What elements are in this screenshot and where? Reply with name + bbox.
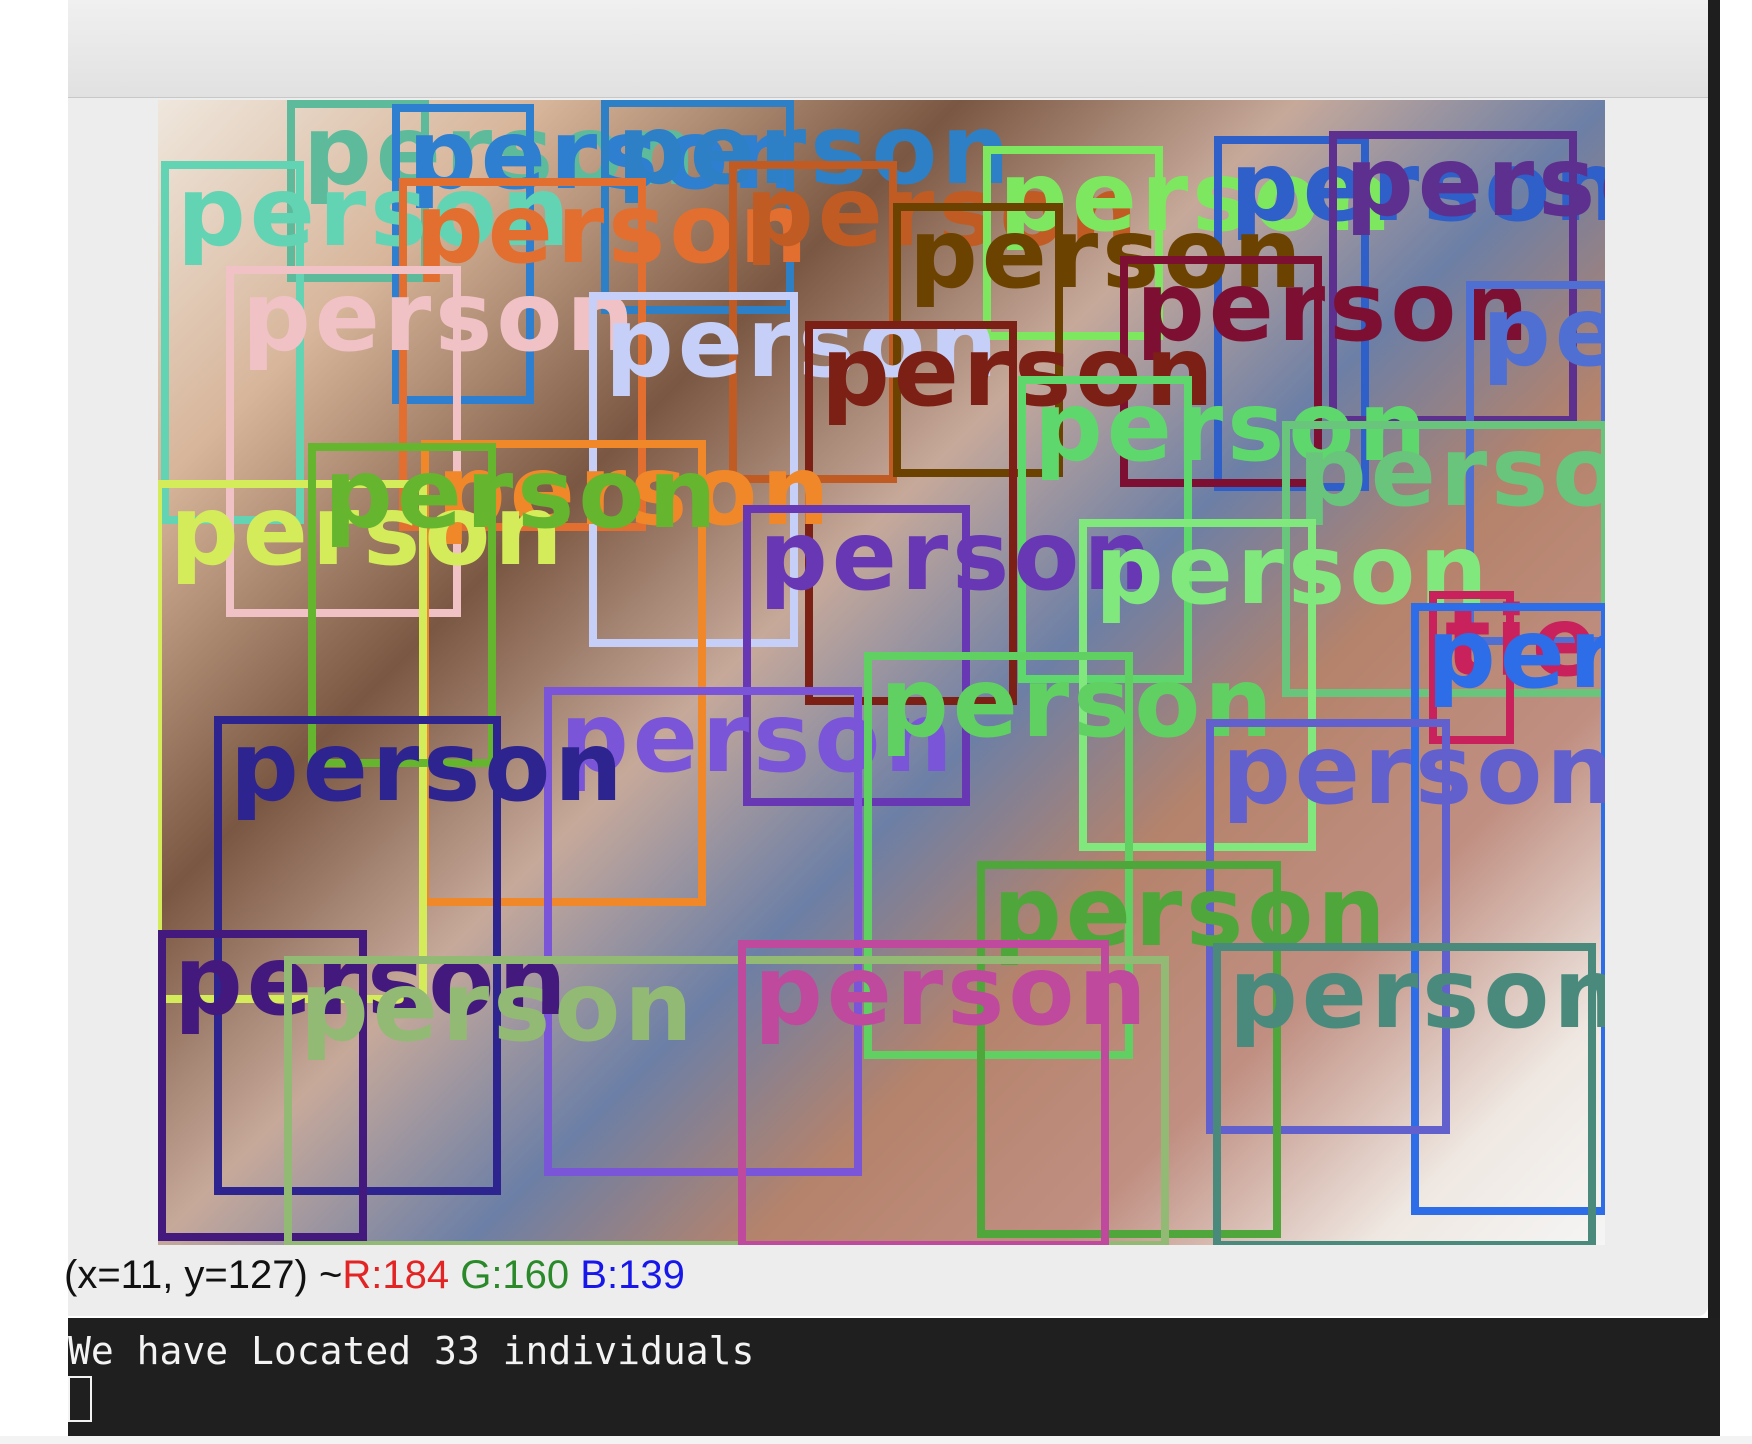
detection-label-25: person bbox=[880, 647, 1277, 759]
detection-overlay: personpersonpersonpersonpersonpersonpers… bbox=[158, 100, 1605, 1245]
red-value: R:184 bbox=[342, 1253, 450, 1297]
terminal-panel[interactable]: We have Located 33 individuals bbox=[68, 1318, 1720, 1436]
detection-label-17: person bbox=[1298, 416, 1605, 528]
detection-label-32: person bbox=[754, 935, 1151, 1047]
bottom-strip bbox=[0, 1436, 1752, 1444]
terminal-cursor bbox=[68, 1376, 92, 1422]
detection-label-22: person bbox=[324, 438, 721, 550]
detection-label-6: person bbox=[242, 261, 639, 373]
detection-label-24: person bbox=[230, 711, 627, 823]
detection-label-15: person bbox=[1482, 276, 1605, 388]
detection-image-canvas[interactable]: person person person person person person pers… bbox=[158, 100, 1605, 1245]
blue-value: B:139 bbox=[580, 1253, 685, 1297]
window-titlebar[interactable] bbox=[68, 0, 1708, 98]
pixel-readout: (x=11, y=127) ~ R:184 G:160 B:139 bbox=[64, 1250, 685, 1300]
detection-label-31: person bbox=[300, 951, 697, 1063]
green-value: G:160 bbox=[460, 1253, 570, 1297]
detection-label-28: person bbox=[1222, 714, 1605, 826]
cursor-coordinates: (x=11, y=127) ~ bbox=[64, 1253, 343, 1297]
detection-label-10: person bbox=[1345, 126, 1605, 238]
window-right-edge bbox=[1708, 0, 1720, 1444]
detection-label-33: person bbox=[1229, 938, 1605, 1050]
terminal-output-line: We have Located 33 individuals bbox=[68, 1329, 755, 1373]
detection-label-27: person bbox=[1427, 598, 1605, 710]
